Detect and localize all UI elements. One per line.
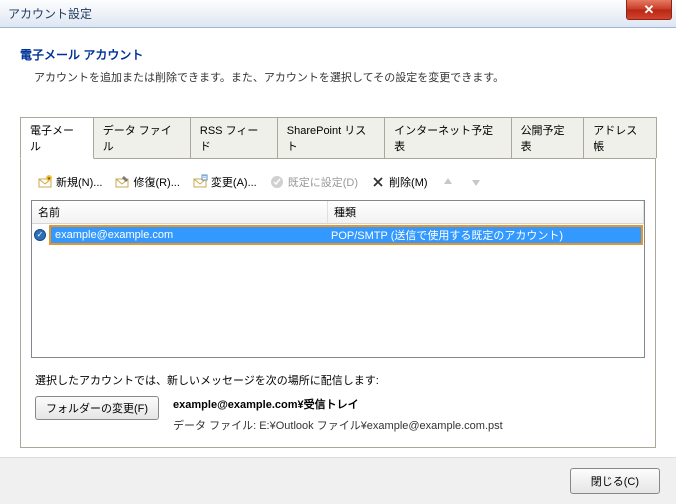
dialog-footer: 閉じる(C)	[0, 457, 676, 504]
check-icon	[269, 174, 285, 190]
page-title: 電子メール アカウント	[20, 46, 656, 63]
tab-email[interactable]: 電子メール	[20, 117, 94, 159]
default-label: 既定に設定(D)	[288, 174, 358, 190]
tab-rss[interactable]: RSS フィード	[190, 117, 278, 158]
window-title: アカウント設定	[8, 5, 92, 22]
toolbar: ★ 新規(N)... 修復(R)... 変更(A)... 既	[31, 169, 645, 200]
change-icon	[192, 174, 208, 190]
row-account-name: example@example.com	[51, 229, 331, 241]
delivery-datafile: データ ファイル: E:¥Outlook ファイル¥example@exampl…	[173, 417, 503, 433]
move-up-button	[436, 172, 460, 192]
titlebar: アカウント設定 ✕	[0, 0, 676, 28]
change-button[interactable]: 変更(A)...	[188, 172, 261, 192]
svg-text:★: ★	[47, 176, 52, 182]
list-row[interactable]: example@example.com POP/SMTP (送信で使用する既定の…	[51, 227, 641, 243]
delete-label: 削除(M)	[389, 174, 428, 190]
delivery-info: example@example.com¥受信トレイ データ ファイル: E:¥O…	[173, 396, 503, 433]
delivery-label: 選択したアカウントでは、新しいメッセージを次の場所に配信します:	[35, 372, 645, 388]
tab-internet-cal[interactable]: インターネット予定表	[384, 117, 511, 158]
list-row-container: example@example.com POP/SMTP (送信で使用する既定の…	[33, 225, 643, 245]
content-area: 電子メール アカウント アカウントを追加または削除できます。また、アカウントを選…	[0, 28, 676, 460]
tab-panel: ★ 新規(N)... 修復(R)... 変更(A)... 既	[20, 159, 656, 448]
new-icon: ★	[37, 174, 53, 190]
tab-strip: 電子メール データ ファイル RSS フィード SharePoint リスト イ…	[20, 117, 656, 159]
page-description: アカウントを追加または削除できます。また、アカウントを選択してその設定を変更でき…	[34, 69, 656, 85]
tab-datafiles[interactable]: データ ファイル	[93, 117, 191, 158]
set-default-button: 既定に設定(D)	[265, 172, 362, 192]
close-icon: ✕	[644, 3, 655, 16]
close-dialog-button[interactable]: 閉じる(C)	[570, 468, 660, 494]
col-type[interactable]: 種類	[328, 201, 644, 223]
new-label: 新規(N)...	[56, 174, 102, 190]
delete-button[interactable]: 削除(M)	[366, 172, 432, 192]
account-list[interactable]: 名前 種類 example@example.com POP/SMTP (送信で使…	[31, 200, 645, 358]
new-button[interactable]: ★ 新規(N)...	[33, 172, 106, 192]
move-down-button	[464, 172, 488, 192]
list-header: 名前 種類	[32, 201, 644, 224]
default-check-icon	[33, 229, 47, 241]
repair-label: 修復(R)...	[133, 174, 179, 190]
close-button[interactable]: ✕	[626, 0, 672, 20]
col-name[interactable]: 名前	[32, 201, 328, 223]
arrow-up-icon	[440, 174, 456, 190]
change-label: 変更(A)...	[211, 174, 257, 190]
delete-icon	[370, 174, 386, 190]
repair-icon	[114, 174, 130, 190]
delivery-location: example@example.com¥受信トレイ	[173, 396, 503, 412]
row-account-type: POP/SMTP (送信で使用する既定のアカウント)	[331, 227, 641, 243]
delivery-section: フォルダーの変更(F) example@example.com¥受信トレイ デー…	[35, 396, 645, 433]
tab-sharepoint[interactable]: SharePoint リスト	[277, 117, 385, 158]
change-folder-button[interactable]: フォルダーの変更(F)	[35, 396, 159, 420]
repair-button[interactable]: 修復(R)...	[110, 172, 183, 192]
arrow-down-icon	[468, 174, 484, 190]
tab-addressbook[interactable]: アドレス帳	[583, 117, 657, 158]
tab-public-cal[interactable]: 公開予定表	[511, 117, 585, 158]
